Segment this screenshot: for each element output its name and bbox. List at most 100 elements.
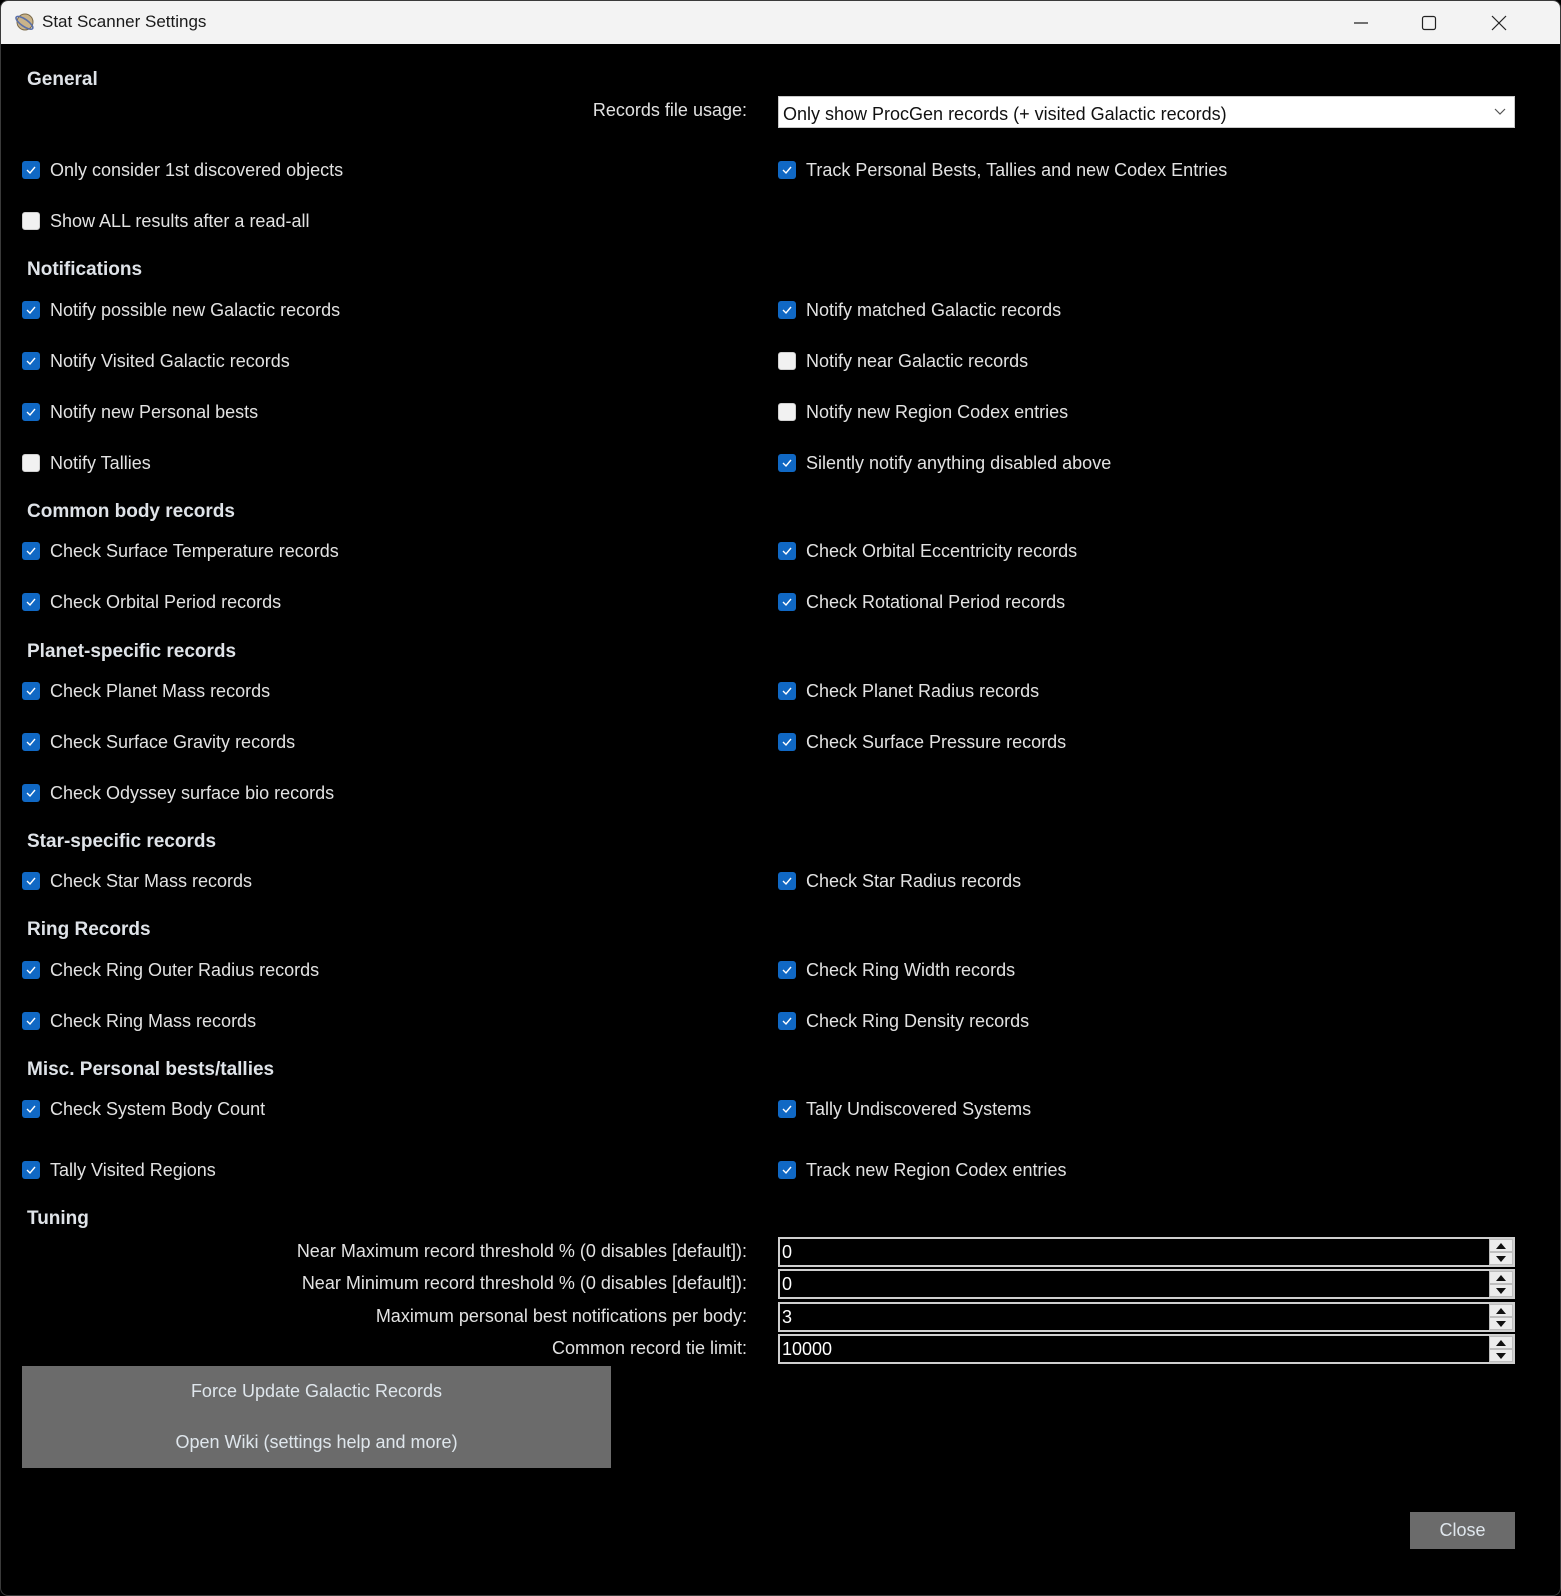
checkmark-icon [26,547,36,556]
checkbox-planet-2[interactable]: Check Surface Gravity records [22,731,295,753]
spin-up-button[interactable] [1489,1239,1513,1252]
checkbox-notifications-4[interactable]: Notify new Personal bests [22,401,258,423]
checkbox-box[interactable] [22,454,40,472]
checkbox-box[interactable] [22,593,40,611]
checkbox-notifications-1[interactable]: Notify matched Galactic records [778,299,1061,321]
checkbox-label: Check Surface Pressure records [806,731,1067,752]
tuning-numeric-input[interactable]: 0 [778,1237,1515,1267]
checkbox-box[interactable] [22,784,40,802]
close-button[interactable]: Close [1410,1512,1515,1549]
checkbox-box[interactable] [22,1161,40,1179]
maximize-button[interactable] [1394,1,1464,44]
spin-up-button[interactable] [1489,1271,1513,1284]
checkbox-box[interactable] [778,352,796,370]
records-file-label: Records file usage: [592,100,747,120]
numeric-value[interactable]: 3 [782,1307,792,1328]
checkbox-ring-0[interactable]: Check Ring Outer Radius records [22,959,319,981]
checkbox-box[interactable] [778,161,796,179]
checkbox-box[interactable] [778,454,796,472]
checkbox-notifications-3[interactable]: Notify near Galactic records [778,350,1028,372]
checkbox-box[interactable] [778,682,796,700]
tuning-label: Near Maximum record threshold % (0 disab… [296,1241,747,1261]
checkbox-ring-3[interactable]: Check Ring Density records [778,1010,1029,1032]
checkbox-notifications-0[interactable]: Notify possible new Galactic records [22,299,340,321]
records-file-select[interactable]: Only show ProcGen records (+ visited Gal… [778,96,1515,128]
checkbox-box[interactable] [778,1100,796,1118]
checkmark-icon [782,306,792,315]
checkbox-box[interactable] [22,1012,40,1030]
tuning-numeric-input[interactable]: 3 [778,1302,1515,1332]
checkbox-box[interactable] [22,961,40,979]
checkbox-general-checks-2[interactable]: Show ALL results after a read-all [22,210,309,232]
spin-up-button[interactable] [1489,1304,1513,1317]
checkbox-box[interactable] [22,872,40,890]
checkbox-planet-0[interactable]: Check Planet Mass records [22,680,270,702]
spin-down-button[interactable] [1489,1317,1513,1330]
checkbox-ring-1[interactable]: Check Ring Width records [778,959,1015,981]
checkbox-misc-1[interactable]: Tally Undiscovered Systems [778,1098,1031,1120]
checkbox-common-3[interactable]: Check Rotational Period records [778,591,1065,613]
numeric-value[interactable]: 0 [782,1274,792,1295]
checkbox-notifications-7[interactable]: Silently notify anything disabled above [778,452,1111,474]
checkbox-label: Check Ring Mass records [50,1010,257,1031]
title-bar[interactable]: Stat Scanner Settings [1,1,1560,44]
minimize-button[interactable] [1326,1,1396,44]
checkbox-notifications-2[interactable]: Notify Visited Galactic records [22,350,290,372]
checkbox-box[interactable] [778,872,796,890]
close-icon [1491,15,1507,30]
checkbox-box[interactable] [22,682,40,700]
checkmark-icon [26,166,36,175]
checkbox-box[interactable] [778,593,796,611]
force-update-button[interactable]: Force Update Galactic Records [22,1366,611,1417]
checkbox-planet-1[interactable]: Check Planet Radius records [778,680,1039,702]
checkbox-general-checks-0[interactable]: Only consider 1st discovered objects [22,159,343,181]
numeric-value[interactable]: 0 [782,1242,792,1263]
checkbox-box[interactable] [778,733,796,751]
checkbox-box[interactable] [778,1012,796,1030]
spin-down-button[interactable] [1489,1252,1513,1265]
checkbox-box[interactable] [22,301,40,319]
checkmark-icon [26,408,36,417]
checkbox-label: Notify matched Galactic records [806,299,1062,320]
checkbox-star-0[interactable]: Check Star Mass records [22,870,252,892]
spin-down-button[interactable] [1489,1284,1513,1297]
checkbox-box[interactable] [22,403,40,421]
checkbox-planet-3[interactable]: Check Surface Pressure records [778,731,1066,753]
checkbox-misc-3[interactable]: Track new Region Codex entries [778,1159,1066,1181]
checkbox-box[interactable] [22,352,40,370]
tuning-numeric-input[interactable]: 10000 [778,1334,1515,1364]
spin-down-button[interactable] [1489,1349,1513,1362]
checkbox-box[interactable] [778,542,796,560]
spin-up-button[interactable] [1489,1336,1513,1349]
checkmark-icon [26,357,36,366]
checkmark-icon [26,687,36,696]
numeric-value[interactable]: 10000 [782,1339,832,1360]
checkbox-box[interactable] [778,403,796,421]
checkbox-notifications-5[interactable]: Notify new Region Codex entries [778,401,1068,423]
checkbox-misc-0[interactable]: Check System Body Count [22,1098,265,1120]
checkbox-box[interactable] [778,1161,796,1179]
checkbox-box[interactable] [778,961,796,979]
checkmark-icon [782,687,792,696]
checkbox-label: Check Surface Temperature records [50,540,339,561]
open-wiki-button[interactable]: Open Wiki (settings help and more) [22,1417,611,1468]
checkbox-misc-2[interactable]: Tally Visited Regions [22,1159,216,1181]
checkbox-common-0[interactable]: Check Surface Temperature records [22,540,339,562]
arrow-up-icon [1496,1307,1506,1314]
checkbox-box[interactable] [778,301,796,319]
close-window-button[interactable] [1464,1,1534,44]
checkbox-general-checks-1[interactable]: Track Personal Bests, Tallies and new Co… [778,159,1227,181]
checkbox-label: Check Planet Radius records [806,680,1040,701]
checkbox-common-2[interactable]: Check Orbital Period records [22,591,281,613]
checkbox-box[interactable] [22,212,40,230]
checkbox-box[interactable] [22,161,40,179]
tuning-numeric-input[interactable]: 0 [778,1269,1515,1299]
checkbox-box[interactable] [22,733,40,751]
checkbox-box[interactable] [22,1100,40,1118]
checkbox-ring-2[interactable]: Check Ring Mass records [22,1010,256,1032]
checkbox-common-1[interactable]: Check Orbital Eccentricity records [778,540,1077,562]
checkbox-planet-4[interactable]: Check Odyssey surface bio records [22,782,334,804]
checkbox-star-1[interactable]: Check Star Radius records [778,870,1021,892]
checkbox-box[interactable] [22,542,40,560]
checkbox-notifications-6[interactable]: Notify Tallies [22,452,151,474]
